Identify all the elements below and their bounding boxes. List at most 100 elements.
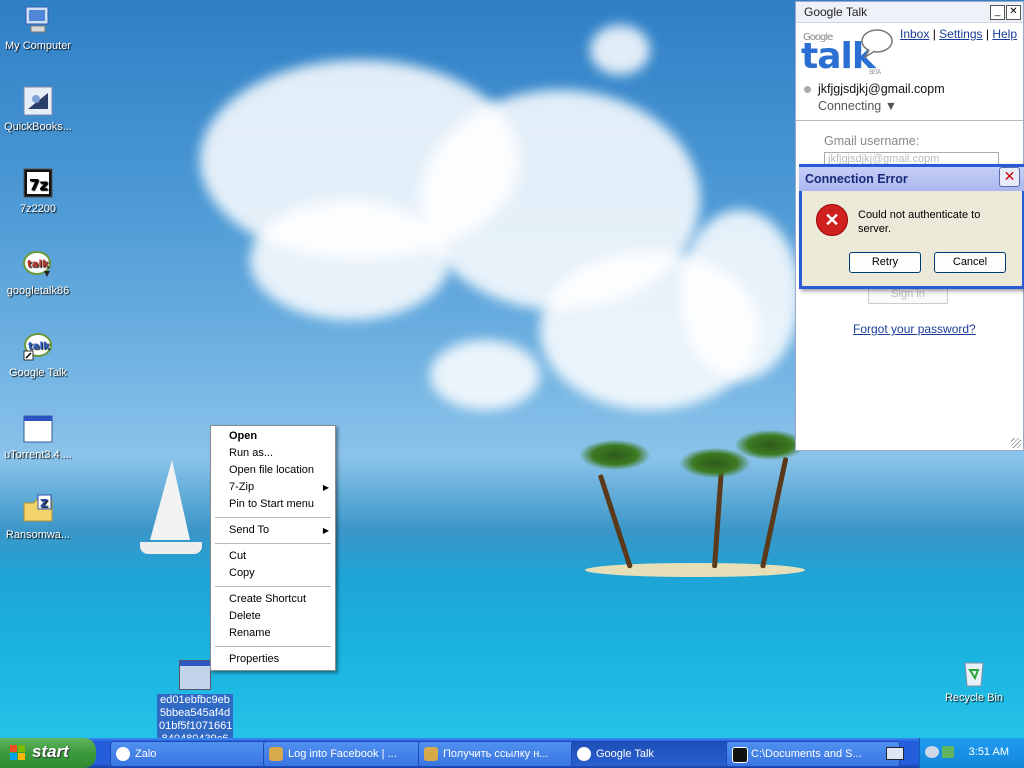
windows-flag-icon (10, 745, 25, 760)
settings-link[interactable]: Settings (939, 27, 982, 41)
desktop-icon-label: googletalk86 (6, 285, 70, 297)
palm-leaves (580, 440, 650, 470)
menu-item-create-shortcut[interactable]: Create Shortcut (229, 593, 306, 605)
zalo-icon (116, 747, 130, 761)
submenu-arrow-icon: ▶ (322, 483, 329, 492)
file-name-line: 5bbea545af4d (159, 707, 231, 719)
taskbar-button-label: Google Talk (596, 748, 654, 760)
start-label: start (32, 742, 69, 761)
menu-item-7zip[interactable]: 7-Zip (229, 481, 254, 493)
desktop-icon-ransomware-zip[interactable]: Z Ransomwa... (0, 493, 78, 541)
username-label: Gmail username: (824, 134, 920, 148)
retry-button[interactable]: Retry (849, 252, 921, 273)
keyboard-icon[interactable] (886, 747, 904, 760)
desktop-icon-googletalk86[interactable]: talk googletalk86 (0, 249, 78, 297)
desktop-icon-label: 7z2200 (19, 203, 57, 215)
dialog-close-button[interactable]: ✕ (999, 167, 1020, 187)
error-icon: ✕ (816, 204, 848, 236)
context-menu: Open Run as... Open file location 7-Zip … (210, 425, 336, 671)
system-tray: 3:51 AM (919, 738, 1024, 768)
palm-trunk (760, 456, 789, 569)
taskbar-button-label: Log into Facebook | ... (288, 748, 397, 760)
dialog-title: Connection Error (805, 172, 908, 186)
desktop-icon-label: QuickBooks... (4, 121, 72, 133)
menu-separator (215, 646, 331, 647)
gtalk-links: Inbox | Settings | Help (900, 27, 1017, 41)
googletalk-installer-icon: talk (22, 249, 54, 281)
wallpaper-cloud (680, 210, 800, 380)
forgot-password-link[interactable]: Forgot your password? (853, 322, 976, 336)
taskbar-button-get-link[interactable]: Получить ссылку н... (418, 741, 586, 767)
resize-grip-icon[interactable] (1011, 438, 1021, 448)
desktop-icon-recycle-bin[interactable]: Recycle Bin (934, 656, 1014, 704)
network-tray-icon[interactable] (942, 746, 954, 758)
taskbar-button-zalo[interactable]: Zalo (110, 741, 276, 767)
taskbar-button-google-talk[interactable]: Google Talk (571, 741, 737, 767)
menu-item-pin-to-start[interactable]: Pin to Start menu (229, 498, 314, 510)
taskbar-button-label: Получить ссылку н... (443, 748, 549, 760)
speech-bubble-icon (861, 29, 893, 58)
desktop-icon-google-talk[interactable]: talk Google Talk (0, 331, 78, 379)
quickbooks-icon (22, 85, 54, 117)
desktop-icon-7z2200[interactable]: 7z 7z2200 (0, 167, 78, 215)
menu-item-properties[interactable]: Properties (229, 653, 279, 665)
cancel-button[interactable]: Cancel (934, 252, 1006, 273)
gtalk-title-bar[interactable]: Google Talk (796, 2, 1023, 23)
svg-text:talk: talk (27, 259, 49, 270)
svg-text:talk: talk (28, 341, 50, 352)
svg-text:7z: 7z (29, 176, 48, 194)
gtalk-status-dropdown[interactable]: Connecting ▼ (818, 99, 897, 113)
desktop-icon-utorrent[interactable]: uTorrent3.4.... (0, 413, 78, 461)
palm-trunk (712, 470, 724, 569)
menu-item-send-to[interactable]: Send To (229, 524, 269, 536)
inbox-link[interactable]: Inbox (900, 27, 929, 41)
desktop-icon-my-computer[interactable]: My Computer (0, 4, 78, 52)
menu-separator (215, 517, 331, 518)
menu-separator (215, 586, 331, 587)
gtalk-title: Google Talk (804, 5, 868, 19)
taskbar-button-documents[interactable]: C:\Documents and S... (726, 741, 900, 767)
sailboat-hull (140, 542, 202, 554)
selected-file-label: ed01ebfbc9eb 5bbea545af4d 01bf5f1071661 … (157, 694, 233, 738)
svg-text:Z: Z (40, 497, 48, 510)
browser-icon (424, 747, 438, 761)
desktop-icon-quickbooks[interactable]: QuickBooks... (0, 85, 78, 133)
menu-item-run-as[interactable]: Run as... (229, 447, 273, 459)
executable-file-icon (179, 660, 211, 690)
chat-tray-icon[interactable] (925, 746, 939, 758)
desktop-icon-label: Ransomwa... (5, 529, 71, 541)
menu-item-delete[interactable]: Delete (229, 610, 261, 622)
submenu-arrow-icon: ▶ (322, 526, 329, 535)
gtalk-divider (796, 120, 1023, 121)
taskbar: start Zalo Log into Facebook | ... Получ… (0, 738, 1024, 768)
start-button[interactable]: start (0, 738, 96, 768)
island (585, 563, 805, 577)
menu-item-copy[interactable]: Copy (229, 567, 255, 579)
googletalk-icon: talk (22, 331, 54, 363)
menu-item-rename[interactable]: Rename (229, 627, 271, 639)
taskbar-button-label: C:\Documents and S... (751, 748, 862, 760)
menu-separator (215, 543, 331, 544)
status-dot-icon (804, 86, 811, 93)
close-button[interactable]: ✕ (1006, 5, 1021, 20)
taskbar-button-facebook[interactable]: Log into Facebook | ... (263, 741, 431, 767)
help-link[interactable]: Help (992, 27, 1017, 41)
wallpaper-cloud (430, 340, 540, 410)
minimize-button[interactable]: _ (990, 5, 1005, 20)
taskbar-button-label: Zalo (135, 748, 157, 760)
desktop-icon-label: Recycle Bin (944, 692, 1004, 704)
file-name-line: 01bf5f1071661 (159, 720, 233, 732)
menu-item-open-file-location[interactable]: Open file location (229, 464, 314, 476)
desktop[interactable]: My Computer QuickBooks... 7z 7z2200 talk… (0, 0, 1024, 738)
selected-file-icon[interactable]: ed01ebfbc9eb 5bbea545af4d 01bf5f1071661 … (157, 660, 233, 738)
clock[interactable]: 3:51 AM (969, 746, 1009, 758)
logo-google-text: Google (803, 32, 833, 43)
utorrent-icon (22, 413, 54, 445)
sailboat-sail (150, 460, 190, 540)
menu-item-open[interactable]: Open (229, 430, 257, 442)
dialog-title-bar[interactable]: Connection Error (799, 164, 1024, 191)
menu-item-cut[interactable]: Cut (229, 550, 246, 562)
wallpaper-cloud (590, 25, 650, 75)
error-message: Could not authenticate to server. (858, 209, 981, 235)
zip-folder-icon: Z (22, 493, 54, 525)
